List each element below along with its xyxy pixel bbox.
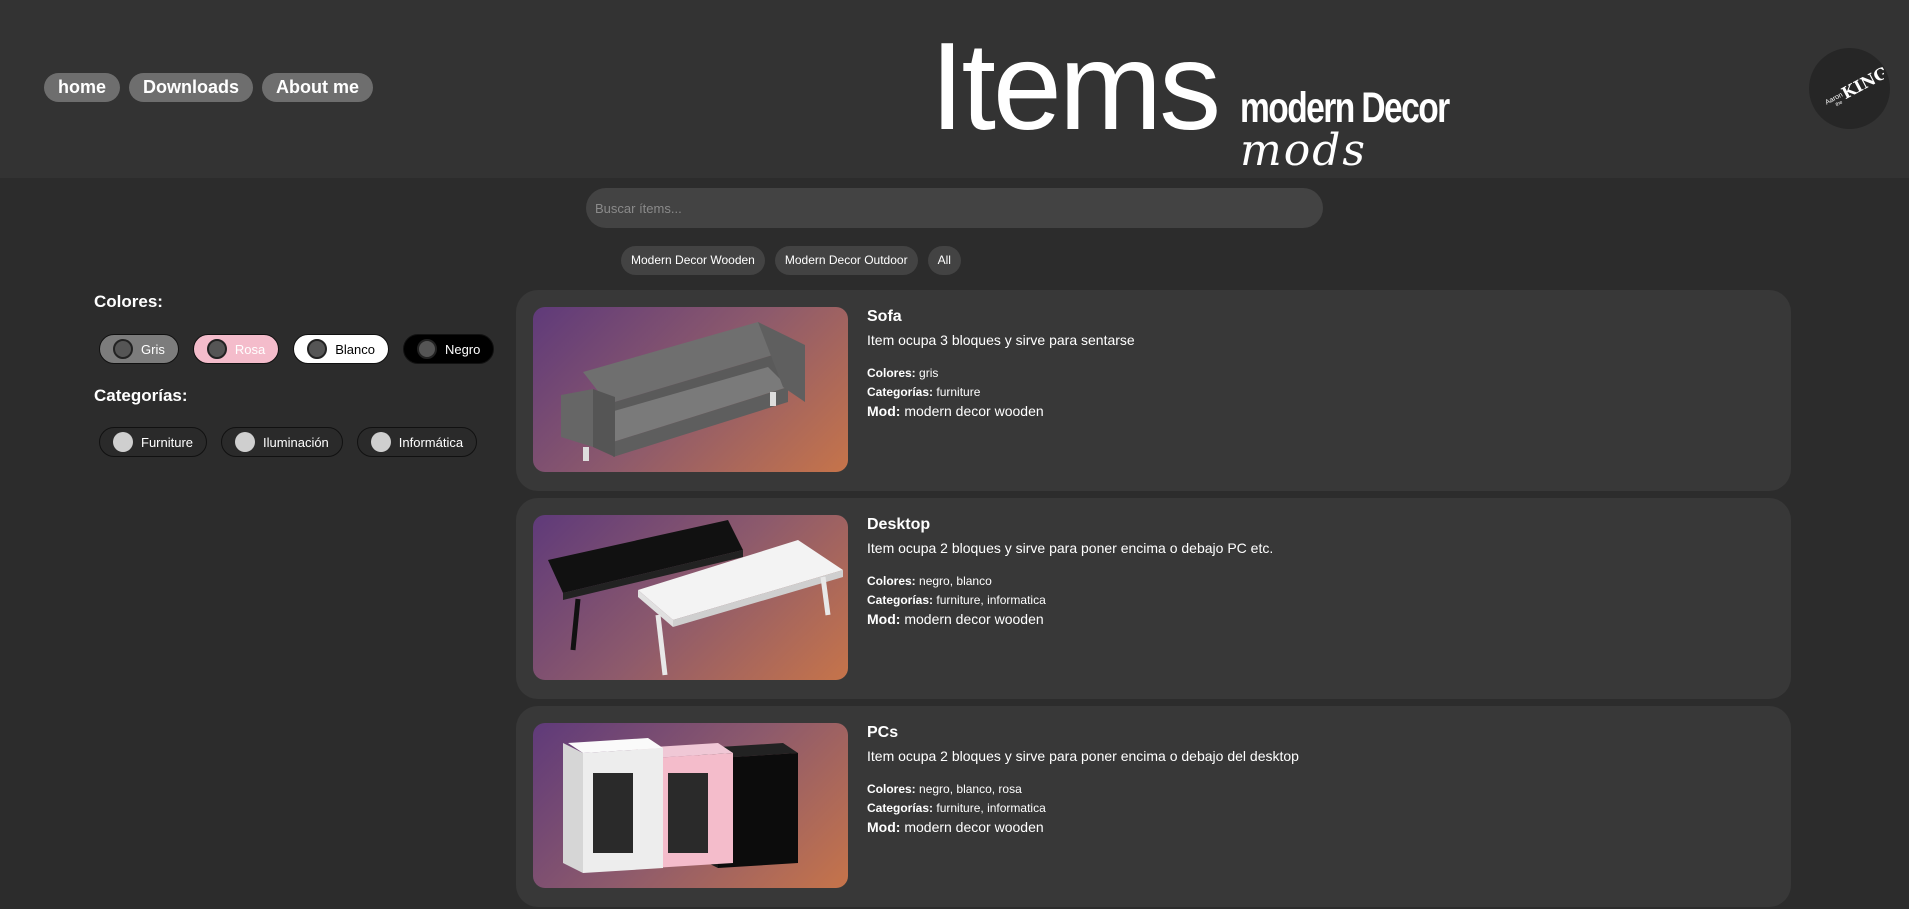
color-filter-gris[interactable]: Gris: [99, 334, 179, 364]
color-toggle-icon: [416, 339, 437, 359]
item-mod-label: Mod:: [867, 819, 901, 835]
color-filter-label: Gris: [141, 341, 165, 357]
item-colors-value: negro, blanco, rosa: [919, 782, 1022, 796]
color-filter-label: Negro: [444, 341, 481, 357]
item-mod-value: modern decor wooden: [904, 611, 1044, 627]
item-colors: Colores: negro, blanco: [867, 574, 992, 588]
item-colors: Colores: gris: [867, 366, 938, 380]
site-header: home Downloads About me Items modern Dec…: [0, 0, 1909, 178]
mod-filter-outdoor[interactable]: Modern Decor Outdoor: [774, 246, 918, 275]
nav-about-button[interactable]: About me: [262, 73, 374, 102]
item-mod: Mod: modern decor wooden: [867, 819, 1044, 835]
item-name: Desktop: [867, 516, 931, 533]
color-filter-rosa[interactable]: Rosa: [192, 334, 280, 364]
category-filter-furniture[interactable]: Furniture: [99, 427, 208, 457]
item-mod-value: modern decor wooden: [904, 403, 1044, 419]
item-mod: Mod: modern decor wooden: [867, 403, 1044, 419]
item-colors-value: gris: [919, 366, 939, 380]
pcs-image: [533, 723, 848, 888]
item-categories-value: furniture, informatica: [936, 801, 1046, 815]
category-filter-informatica[interactable]: Informática: [356, 427, 478, 457]
item-colors: Colores: negro, blanco, rosa: [867, 782, 1022, 796]
main-nav: home Downloads About me: [44, 73, 374, 102]
item-categories-label: Categorías:: [867, 385, 934, 399]
category-toggle-icon: [235, 432, 256, 452]
item-categories-value: furniture: [936, 385, 981, 399]
color-filter-label: Blanco: [335, 341, 375, 357]
item-mod: Mod: modern decor wooden: [867, 611, 1044, 627]
item-description: Item ocupa 2 bloques y sirve para poner …: [867, 748, 1299, 764]
category-filter-label: Furniture: [141, 434, 194, 450]
color-filter-blanco[interactable]: Blanco: [293, 334, 389, 364]
search-input[interactable]: [586, 188, 1323, 228]
nav-downloads-button[interactable]: Downloads: [129, 73, 254, 102]
category-filter-list: Furniture Iluminación Informática: [99, 427, 478, 457]
item-card[interactable]: Sofa Item ocupa 3 bloques y sirve para s…: [516, 290, 1791, 491]
category-toggle-icon: [113, 432, 133, 452]
category-toggle-icon: [370, 432, 391, 452]
color-filter-list: Gris Rosa Blanco Negro: [99, 334, 495, 364]
item-categories: Categorías: furniture, informatica: [867, 593, 1046, 607]
item-name: PCs: [867, 724, 899, 741]
page-subtitle-mods: mods: [1240, 125, 1367, 176]
item-colors-label: Colores:: [867, 574, 916, 588]
item-description: Item ocupa 2 bloques y sirve para poner …: [867, 540, 1274, 556]
item-categories-value: furniture, informatica: [936, 593, 1046, 607]
category-filter-label: Informática: [398, 434, 464, 450]
mod-filter-bar: Modern Decor Wooden Modern Decor Outdoor…: [621, 246, 961, 275]
category-filter-label: Iluminación: [263, 434, 329, 450]
category-filter-iluminacion[interactable]: Iluminación: [221, 427, 343, 457]
item-mod-label: Mod:: [867, 611, 901, 627]
mod-filter-wooden[interactable]: Modern Decor Wooden: [621, 246, 765, 275]
item-categories-label: Categorías:: [867, 801, 934, 815]
categories-filter-title: Categorías:: [94, 386, 188, 405]
nav-home-button[interactable]: home: [44, 73, 121, 102]
page-title: Items: [930, 18, 1221, 156]
item-categories-label: Categorías:: [867, 593, 934, 607]
item-categories: Categorías: furniture, informatica: [867, 801, 1046, 815]
color-toggle-icon: [113, 339, 133, 359]
color-filter-label: Rosa: [234, 341, 266, 357]
item-description: Item ocupa 3 bloques y sirve para sentar…: [867, 332, 1135, 348]
item-name: Sofa: [867, 308, 902, 325]
item-card[interactable]: PCs Item ocupa 2 bloques y sirve para po…: [516, 706, 1791, 907]
item-colors-label: Colores:: [867, 782, 916, 796]
color-toggle-icon: [307, 339, 328, 359]
site-logo[interactable]: Aaron the KING: [1809, 48, 1890, 129]
logo-text-main: KING: [1838, 62, 1884, 102]
item-colors-label: Colores:: [867, 366, 916, 380]
color-filter-negro[interactable]: Negro: [402, 334, 495, 364]
item-mod-label: Mod:: [867, 403, 901, 419]
item-mod-value: modern decor wooden: [904, 819, 1044, 835]
item-categories: Categorías: furniture: [867, 385, 980, 399]
desktop-image: [533, 515, 848, 680]
color-toggle-icon: [206, 339, 227, 359]
item-colors-value: negro, blanco: [919, 574, 992, 588]
mod-filter-all[interactable]: All: [927, 246, 961, 275]
sofa-image: [533, 307, 848, 472]
crown-logo-icon: Aaron the KING: [1824, 62, 1884, 107]
colors-filter-title: Colores:: [94, 292, 163, 311]
item-card[interactable]: Desktop Item ocupa 2 bloques y sirve par…: [516, 498, 1791, 699]
